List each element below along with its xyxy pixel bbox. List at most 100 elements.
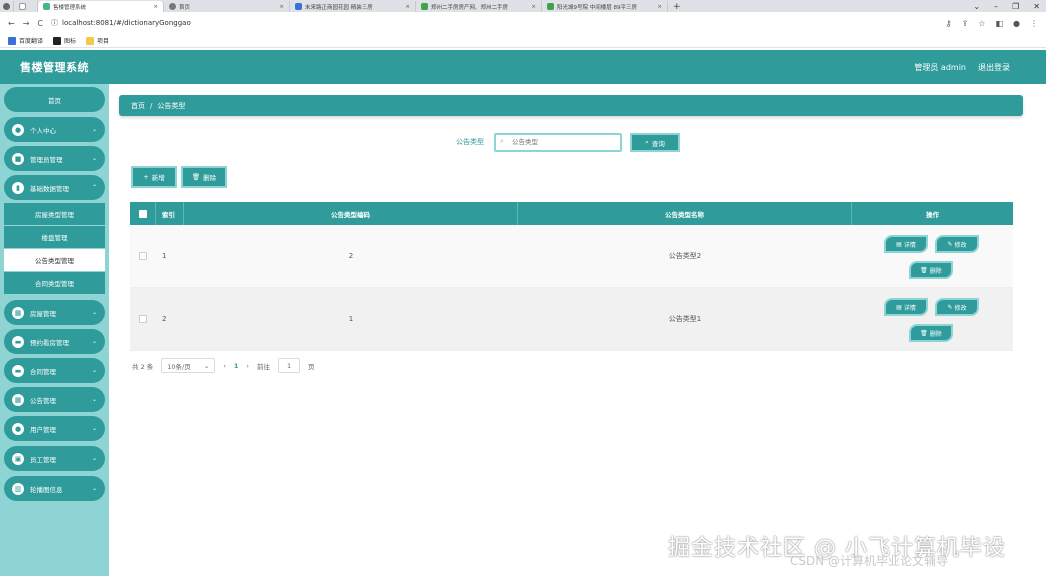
chrome-icon <box>169 3 176 10</box>
bookmarks-bar: 百度翻译 图标 项目 <box>0 34 1046 48</box>
row-checkbox[interactable] <box>139 252 147 260</box>
header-select-all[interactable] <box>130 202 156 225</box>
reload-icon[interactable]: C <box>37 19 43 28</box>
search-input[interactable] <box>494 133 622 152</box>
trash-icon: 🗑 <box>920 266 928 274</box>
data-table: 索引 公告类型编码 公告类型名称 操作 1 2 公告类型2 ▤ 详情 ✎ 修改 🗑 删… <box>130 202 1013 351</box>
detail-button[interactable]: ▤ 详情 <box>884 235 928 253</box>
sidebar-item-admin[interactable]: ■ 管理员管理 ⌄ <box>4 146 105 171</box>
close-tab-icon[interactable]: × <box>149 4 158 10</box>
browser-tab[interactable]: 郑州二手房房产网、郑州二手房 × <box>416 1 542 12</box>
submenu-house-type[interactable]: 房屋类型管理 <box>4 203 105 225</box>
browser-tab[interactable] <box>14 1 38 12</box>
search-icon: ⌕ <box>645 138 649 146</box>
detail-button[interactable]: ▤ 详情 <box>884 298 928 316</box>
submenu-building[interactable]: 楼盘管理 <box>4 226 105 248</box>
table-row: 2 1 公告类型1 ▤ 详情 ✎ 修改 🗑 删除 <box>130 288 1013 351</box>
key-icon[interactable]: ⚷ <box>946 19 952 28</box>
back-icon[interactable]: ← <box>8 19 15 28</box>
row-actions: ▤ 详情 ✎ 修改 🗑 删除 <box>852 225 1013 288</box>
browser-tab-active[interactable]: 售楼管理系统 × <box>38 1 164 12</box>
bookmark-item[interactable]: 图标 <box>53 36 76 45</box>
info-icon[interactable]: ⓘ <box>51 18 58 28</box>
edit-icon: ✎ <box>947 240 953 248</box>
close-tab-icon[interactable]: × <box>275 4 284 10</box>
row-code: 2 <box>348 252 354 260</box>
sidebar-item-basic-data[interactable]: ▮ 基础数据管理 ⌃ <box>4 175 105 200</box>
page-size-select[interactable]: 10条/页 ⌄ <box>161 358 216 373</box>
breadcrumb-separator: / <box>150 101 153 110</box>
sidepanel-icon[interactable]: ◧ <box>995 19 1003 28</box>
breadcrumb-home[interactable]: 首页 <box>131 101 145 111</box>
close-icon[interactable]: ✕ <box>1033 2 1040 11</box>
submenu-notice-type[interactable]: 公告类型管理 <box>4 249 105 271</box>
add-button[interactable]: + 新增 <box>131 166 177 188</box>
trash-icon: 🗑 <box>920 329 928 337</box>
delete-label: 删除 <box>929 267 942 275</box>
sidebar-item-contract[interactable]: ▬ 合同管理 ⌄ <box>4 358 105 383</box>
header-name: 公告类型名称 <box>518 202 852 225</box>
close-tab-icon[interactable]: × <box>653 4 662 10</box>
browser-tab[interactable] <box>0 1 14 12</box>
url-field[interactable]: ⓘ localhost:8081/#/dictionaryGonggao <box>51 18 191 28</box>
sidebar-item-appointment[interactable]: ▬ 预约看房管理 ⌄ <box>4 329 105 354</box>
goto-page-input[interactable]: 1 <box>278 358 301 373</box>
breadcrumb: 首页 / 公告类型 <box>119 95 1023 116</box>
delete-button[interactable]: 🗑 删除 <box>909 261 953 279</box>
browser-tab[interactable]: 阳光城9号院 中间楼层 89平三房 × <box>542 1 668 12</box>
row-name: 公告类型1 <box>668 315 702 323</box>
sidebar-item-personal[interactable]: ● 个人中心 ⌄ <box>4 117 105 142</box>
next-page-button[interactable]: › <box>246 362 249 370</box>
sidebar-item-house[interactable]: ▦ 房屋管理 ⌄ <box>4 300 105 325</box>
delete-button[interactable]: 🗑 删除 <box>909 324 953 342</box>
sidebar-item-home[interactable]: 首页 <box>4 87 105 112</box>
restore-icon[interactable]: ❐ <box>1012 2 1019 11</box>
page-number[interactable]: 1 <box>234 362 239 370</box>
translate-icon <box>8 36 16 45</box>
chevron-down-icon: ⌄ <box>91 396 97 403</box>
delete-button-label: 删除 <box>203 174 217 182</box>
new-tab-button[interactable]: + <box>668 1 686 12</box>
browser-tab[interactable]: 未来路正商园花园 精装三房 × <box>290 1 416 12</box>
close-tab-icon[interactable]: × <box>527 4 536 10</box>
sidebar-item-notice[interactable]: ▦ 公告管理 ⌄ <box>4 387 105 412</box>
forward-icon[interactable]: → <box>23 19 30 28</box>
trash-icon: 🗑 <box>191 173 201 181</box>
minimize-icon[interactable]: – <box>994 2 998 11</box>
close-tab-icon[interactable]: × <box>401 4 410 10</box>
prev-page-button[interactable]: ‹ <box>223 362 226 370</box>
chevron-down-icon: ⌄ <box>91 455 97 462</box>
menu-icon[interactable]: ⋮ <box>1030 19 1038 28</box>
chevron-down-icon: ⌄ <box>91 309 97 316</box>
sidebar-item-carousel[interactable]: ▥ 轮播图信息 ⌄ <box>4 476 105 501</box>
share-icon[interactable]: ⇪ <box>962 19 969 28</box>
edit-button[interactable]: ✎ 修改 <box>935 235 979 253</box>
plus-icon: + <box>143 173 149 181</box>
bookmark-item[interactable]: 百度翻译 <box>8 36 43 45</box>
batch-delete-button[interactable]: 🗑 删除 <box>181 166 227 188</box>
query-button[interactable]: ⌕ 查询 <box>630 133 680 152</box>
logout-link[interactable]: 退出登录 <box>978 62 1010 73</box>
edit-icon: ✎ <box>947 303 953 311</box>
pagination-total: 共 2 条 <box>132 362 154 371</box>
grid-icon: ▦ <box>12 393 24 406</box>
tab-title: 首页 <box>179 4 191 11</box>
sidebar-item-employee[interactable]: ▣ 员工管理 ⌄ <box>4 446 105 471</box>
row-select[interactable] <box>130 288 156 350</box>
blank-tab-icon <box>19 3 26 10</box>
row-checkbox[interactable] <box>139 315 147 323</box>
sidebar-item-user[interactable]: ● 用户管理 ⌄ <box>4 416 105 441</box>
star-icon[interactable]: ☆ <box>978 19 985 28</box>
select-all-checkbox[interactable] <box>138 209 147 218</box>
row-select[interactable] <box>130 225 156 287</box>
chevron-up-icon: ⌃ <box>91 184 97 191</box>
profile-icon[interactable]: ● <box>1013 19 1020 28</box>
browser-tab[interactable]: 首页 × <box>164 1 290 12</box>
submenu-contract-type[interactable]: 合同类型管理 <box>4 272 105 294</box>
edit-button[interactable]: ✎ 修改 <box>935 298 979 316</box>
folder-icon <box>86 36 95 45</box>
bookmark-item[interactable]: 项目 <box>86 36 109 45</box>
green-icon <box>547 3 554 10</box>
search-label: 公告类型 <box>456 138 484 146</box>
chevron-down-icon[interactable]: ⌄ <box>973 2 980 11</box>
